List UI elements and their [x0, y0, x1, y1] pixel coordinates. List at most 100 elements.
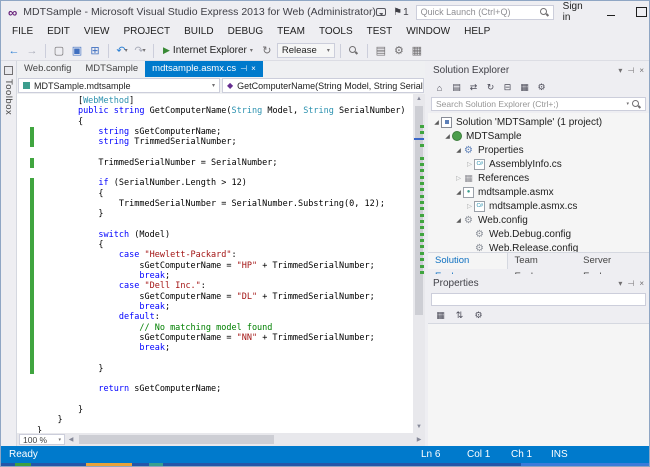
project-icon — [452, 131, 462, 141]
menu-window[interactable]: WINDOW — [399, 23, 457, 41]
sign-in-link[interactable]: Sign in — [561, 1, 593, 23]
menu-tools[interactable]: TOOLS — [312, 23, 360, 41]
code-text: string TrimmedSerialNumber; — [37, 137, 237, 147]
window-menu-icon[interactable]: ▾ — [618, 279, 622, 288]
redo-icon[interactable]: ↷▾ — [132, 43, 148, 59]
menu-debug[interactable]: DEBUG — [221, 23, 271, 41]
type-dropdown[interactable]: MDTSample.mdtsample ▾ — [18, 78, 220, 93]
expanded-icon[interactable]: ◢ — [454, 217, 463, 224]
save-all-icon[interactable]: ⊞ — [87, 43, 103, 59]
close-icon[interactable]: × — [639, 66, 644, 75]
change-tracking-bar — [30, 199, 34, 209]
code-text: switch (Model) — [37, 230, 170, 240]
collapsed-icon[interactable]: ▷ — [465, 202, 474, 210]
document-tab-mdtsample-asmx-cs[interactable]: mdtsample.asmx.cs⊣× — [145, 61, 263, 77]
expanded-icon[interactable]: ◢ — [454, 147, 463, 154]
code-line: break; — [17, 343, 413, 353]
code-lines[interactable]: [WebMethod] public string GetComputerNam… — [17, 96, 413, 433]
attach-to-process-icon[interactable]: ↻ — [259, 43, 275, 59]
menu-team[interactable]: TEAM — [270, 23, 312, 41]
pin-icon[interactable]: ⊣ — [627, 66, 634, 75]
tab-close-icon[interactable]: × — [251, 61, 256, 77]
tab-pin-icon[interactable]: ⊣ — [240, 61, 247, 77]
expanded-icon[interactable]: ◢ — [454, 189, 463, 196]
menu-edit[interactable]: EDIT — [40, 23, 77, 41]
switch-views-icon[interactable]: ▤ — [449, 82, 464, 93]
tree-item-solution-mdtsample-1-project[interactable]: ◢Solution 'MDTSample' (1 project) — [428, 115, 649, 129]
properties-icon[interactable]: ⚙ — [534, 82, 549, 93]
menu-test[interactable]: TEST — [360, 23, 400, 41]
new-file-icon[interactable]: ▢ — [51, 43, 67, 59]
quick-launch-input[interactable] — [421, 7, 537, 17]
undo-icon[interactable]: ↶▾ — [114, 43, 130, 59]
window-menu-icon[interactable]: ▾ — [618, 66, 622, 75]
zoom-dropdown[interactable]: 100 % ▾ — [19, 434, 65, 445]
menu-project[interactable]: PROJECT — [116, 23, 177, 41]
properties-object-combobox[interactable] — [431, 293, 646, 306]
expanded-icon[interactable]: ◢ — [443, 133, 452, 140]
code-token — [37, 323, 139, 333]
hscroll-thumb[interactable] — [79, 435, 274, 444]
navigate-forward-icon[interactable]: → — [24, 43, 40, 59]
panel-tab-solution-explorer[interactable]: Solution Explorer — [428, 253, 508, 269]
collapsed-icon[interactable]: ▷ — [454, 174, 463, 182]
navigate-backward-icon[interactable]: ← — [6, 43, 22, 59]
properties-window-icon[interactable]: ⚙ — [391, 43, 407, 59]
member-dropdown[interactable]: ◆ GetComputerName(String Model, String S… — [222, 78, 424, 93]
maximize-button[interactable] — [630, 4, 650, 21]
toolbox-tab[interactable]: Toolbox — [1, 61, 17, 446]
property-pages-icon[interactable]: ⚙ — [471, 310, 486, 321]
feedback-icon[interactable] — [376, 8, 386, 16]
scroll-up-icon[interactable]: ▲ — [413, 94, 425, 105]
close-icon[interactable]: × — [639, 279, 644, 288]
scroll-down-icon[interactable]: ▼ — [413, 422, 425, 433]
menu-file[interactable]: FILE — [5, 23, 40, 41]
categorized-icon[interactable]: ▦ — [433, 310, 448, 321]
start-debug-button[interactable]: ▶Internet Explorer▾ — [159, 42, 257, 59]
save-icon[interactable]: ▣ — [69, 43, 85, 59]
find-icon[interactable] — [346, 43, 362, 59]
minimize-button[interactable] — [599, 4, 623, 21]
editor-hscrollbar[interactable] — [77, 433, 413, 446]
panel-tab-team-explorer[interactable]: Team Explorer — [508, 253, 577, 269]
scroll-left-icon[interactable]: ◀ — [65, 436, 77, 443]
solution-search-input[interactable] — [436, 99, 623, 109]
tree-item-assemblyinfo-cs[interactable]: ▷AssemblyInfo.cs — [428, 157, 649, 171]
quick-launch-box[interactable] — [416, 5, 554, 20]
panel-tab-server-explorer[interactable]: Server Explorer — [576, 253, 649, 269]
collapse-all-icon[interactable]: ⊟ — [500, 82, 515, 93]
refresh-icon[interactable]: ↻ — [483, 82, 498, 93]
editor-vscrollbar[interactable]: ▲ ▼ — [413, 94, 425, 433]
menu-help[interactable]: HELP — [457, 23, 497, 41]
search-icon — [540, 8, 549, 17]
toolbox-icon[interactable]: ▦ — [409, 43, 425, 59]
sync-with-active-document-icon[interactable]: ⇄ — [466, 82, 481, 93]
scrollbar-change-mark — [420, 163, 424, 166]
alphabetical-icon[interactable]: ⇅ — [452, 310, 467, 321]
tree-item-mdtsample-asmx-cs[interactable]: ▷mdtsample.asmx.cs — [428, 199, 649, 213]
tree-item-web-config[interactable]: ◢Web.config — [428, 213, 649, 227]
collapsed-icon[interactable]: ▷ — [465, 160, 474, 168]
solution-explorer-title: Solution Explorer — [433, 65, 509, 76]
home-icon[interactable]: ⌂ — [432, 83, 447, 93]
tree-item-mdtsample[interactable]: ◢MDTSample — [428, 129, 649, 143]
status-line: Ln 6 — [421, 449, 467, 460]
show-all-files-icon[interactable]: ▦ — [517, 82, 532, 93]
tree-item-web-debug-config[interactable]: Web.Debug.config — [428, 227, 649, 241]
tree-item-web-release-config[interactable]: Web.Release.config — [428, 241, 649, 252]
solution-search-box[interactable]: ▾ — [431, 97, 646, 111]
notifications-button[interactable]: ⚑ 1 — [393, 7, 409, 18]
tree-item-mdtsample-asmx[interactable]: ◢mdtsample.asmx — [428, 185, 649, 199]
code-editor[interactable]: [WebMethod] public string GetComputerNam… — [17, 94, 425, 433]
menu-view[interactable]: VIEW — [77, 23, 117, 41]
scroll-right-icon[interactable]: ▶ — [413, 436, 425, 443]
solution-explorer-icon[interactable]: ▤ — [373, 43, 389, 59]
pin-icon[interactable]: ⊣ — [627, 279, 634, 288]
expanded-icon[interactable]: ◢ — [432, 119, 441, 126]
document-tab-web-config[interactable]: Web.config — [17, 61, 78, 77]
tree-item-properties[interactable]: ◢Properties — [428, 143, 649, 157]
configuration-dropdown[interactable]: Release▾ — [277, 43, 335, 58]
document-tab-mdtsample[interactable]: MDTSample — [78, 61, 145, 77]
menu-build[interactable]: BUILD — [177, 23, 220, 41]
tree-item-references[interactable]: ▷References — [428, 171, 649, 185]
